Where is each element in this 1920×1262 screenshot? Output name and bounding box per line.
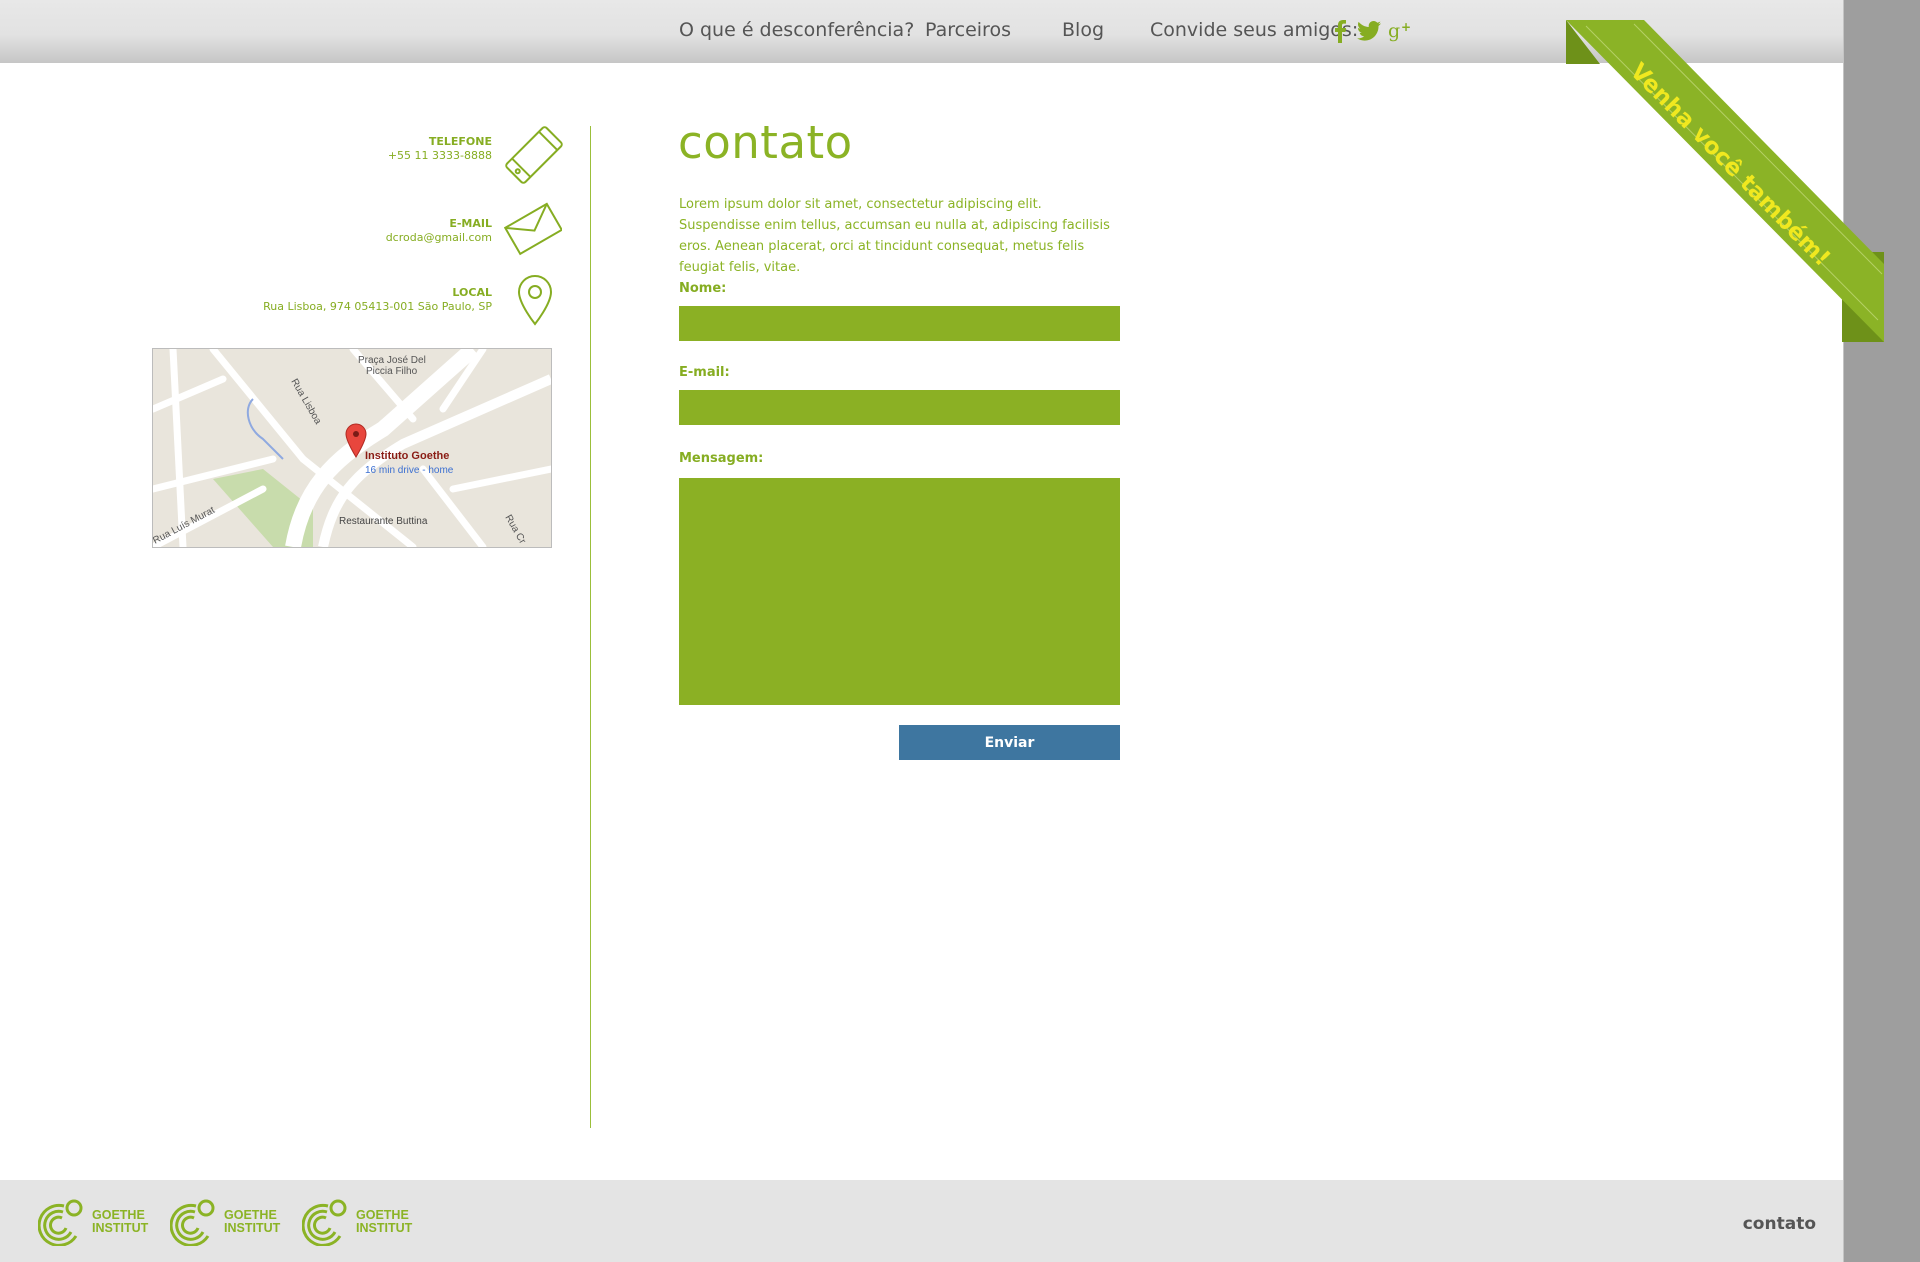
phone-label: TELEFONE — [428, 135, 492, 148]
send-button[interactable]: Enviar — [899, 725, 1120, 760]
page-title: contato — [678, 116, 853, 169]
page: O que é desconferência? Parceiros Blog C… — [0, 0, 1884, 1262]
email-input[interactable] — [679, 390, 1120, 425]
location-map[interactable]: Praça José Del Piccia Filho Rua Lisboa R… — [152, 348, 552, 548]
logo-line2: INSTITUT — [224, 1221, 281, 1235]
map-label-piccia: Piccia Filho — [366, 366, 418, 377]
map-place-name: Instituto Goethe — [365, 450, 449, 462]
ribbon-text: Venha você também! — [1625, 58, 1835, 271]
footer: GOETHE INSTITUT GOETHE INSTITUT GOETHE INST… — [0, 1180, 1843, 1262]
email-label-form: E-mail: — [679, 365, 730, 380]
intro-text: Lorem ipsum dolor sit amet, consectetur … — [679, 197, 1110, 275]
name-label: Nome: — [679, 281, 727, 296]
footer-contact-link[interactable]: contato — [1743, 1214, 1816, 1234]
svg-text:+: + — [1401, 20, 1411, 34]
phone-info: TELEFONE +55 11 3333-8888 — [388, 135, 492, 163]
message-label: Mensagem: — [679, 451, 764, 466]
location-label: LOCAL — [452, 286, 492, 299]
nav-item-blog[interactable]: Blog — [1062, 19, 1104, 41]
phone-value: +55 11 3333-8888 — [387, 149, 492, 162]
logo-line2: INSTITUT — [356, 1221, 413, 1235]
twitter-icon[interactable] — [1355, 16, 1383, 46]
map-label-praca: Praça José Del — [358, 355, 426, 366]
svg-text:g: g — [1388, 20, 1400, 42]
name-input[interactable] — [679, 306, 1120, 341]
location-info: LOCAL Rua Lisboa, 974 05413-001 São Paul… — [263, 286, 492, 314]
location-pin-icon — [516, 274, 554, 330]
email-value[interactable]: dcroda@gmail.com — [386, 231, 492, 245]
column-divider — [590, 126, 591, 1128]
envelope-icon — [503, 199, 564, 261]
message-textarea[interactable] — [679, 478, 1120, 705]
promo-ribbon[interactable]: Venha você também! — [1566, 20, 1884, 342]
google-plus-icon[interactable]: g + — [1387, 16, 1415, 46]
email-label: E-MAIL — [449, 217, 492, 230]
logo-line2: INSTITUT — [92, 1221, 149, 1235]
goethe-logo[interactable]: GOETHE INSTITUT — [170, 1198, 280, 1246]
nav-item-partners[interactable]: Parceiros — [925, 19, 1011, 41]
map-directions[interactable]: 16 min drive - home — [365, 465, 454, 476]
goethe-logo[interactable]: GOETHE INSTITUT — [302, 1198, 412, 1246]
location-value: Rua Lisboa, 974 05413-001 São Paulo, SP — [263, 300, 492, 313]
nav-item-what-is[interactable]: O que é desconferência? — [679, 19, 914, 41]
facebook-icon[interactable] — [1326, 16, 1354, 46]
goethe-logo[interactable]: GOETHE INSTITUT — [38, 1198, 148, 1246]
phone-icon — [502, 123, 566, 191]
email-info: E-MAIL dcroda@gmail.com — [386, 217, 492, 245]
map-label-restaurant: Restaurante Buttina — [339, 516, 428, 527]
